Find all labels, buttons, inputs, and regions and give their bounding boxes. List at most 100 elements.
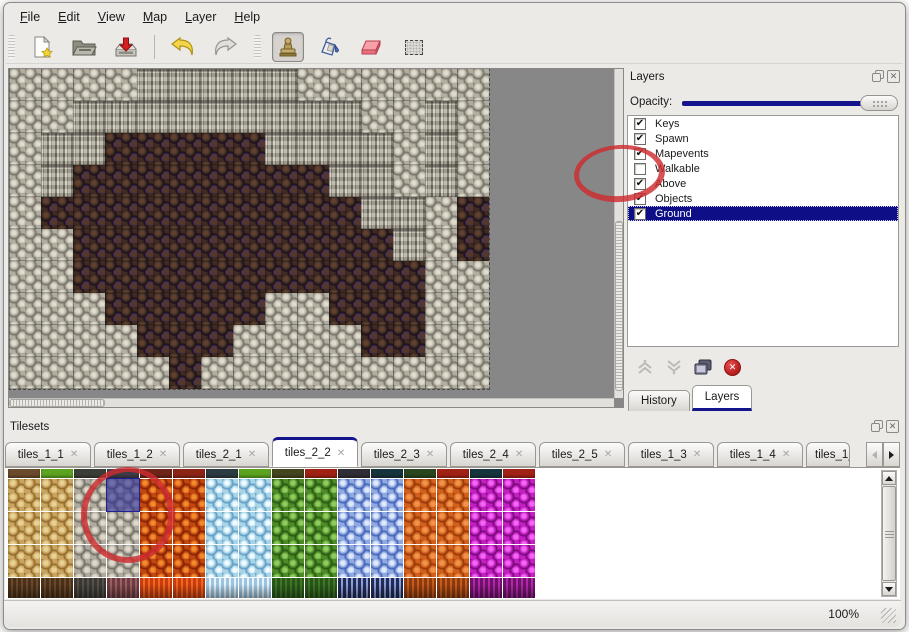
map-tile-cave-floor[interactable]: [265, 165, 297, 197]
map-tile-rock-top[interactable]: [9, 133, 41, 165]
tileset-tile[interactable]: [206, 512, 238, 544]
map-tile-rock-top[interactable]: [73, 293, 105, 325]
tileset-tab-tiles_1_2[interactable]: tiles_1_2✕: [94, 442, 180, 467]
opacity-slider-handle[interactable]: [860, 95, 898, 111]
rect-select-tool-button[interactable]: [398, 32, 430, 62]
map-tile-cave-floor[interactable]: [329, 261, 361, 293]
map-tile-rock-top[interactable]: [9, 69, 41, 101]
map-tile-rock-top[interactable]: [329, 357, 361, 389]
menu-edit[interactable]: Edit: [50, 7, 88, 27]
map-tile-rock-top[interactable]: [393, 133, 425, 165]
map-tile-cave-floor[interactable]: [169, 357, 201, 389]
map-tile-rock-top[interactable]: [9, 197, 41, 229]
scrollbar-thumb[interactable]: [615, 221, 623, 391]
tileset-tile[interactable]: [437, 512, 469, 544]
tileset-tile[interactable]: [338, 545, 370, 577]
map-tile-rock-top[interactable]: [265, 325, 297, 357]
tileset-vertical-scrollbar[interactable]: [881, 470, 897, 597]
tileset-tile[interactable]: [338, 578, 370, 598]
tileset-tile[interactable]: [41, 469, 73, 478]
map-tile-rock-top[interactable]: [201, 357, 233, 389]
map-tile-rock-top[interactable]: [329, 69, 361, 101]
map-tile-rock-top[interactable]: [361, 101, 393, 133]
map-tile-rock-top[interactable]: [265, 293, 297, 325]
tileset-tile[interactable]: [272, 469, 304, 478]
layer-visibility-checkbox[interactable]: ✔: [634, 208, 646, 220]
map-tile-rock-top[interactable]: [457, 165, 489, 197]
map-tile-rock-top[interactable]: [9, 293, 41, 325]
map-tile-cave-floor[interactable]: [105, 165, 137, 197]
tileset-tile[interactable]: [74, 479, 106, 511]
tileset-tile[interactable]: [503, 545, 535, 577]
tileset-tile[interactable]: [173, 578, 205, 598]
map-tile-cave-floor[interactable]: [201, 261, 233, 293]
map-tile-cave-floor[interactable]: [169, 325, 201, 357]
map-tile-rock-top[interactable]: [105, 69, 137, 101]
map-tile-rock-top[interactable]: [9, 325, 41, 357]
map-tile-cliff-face[interactable]: [73, 133, 105, 165]
tileset-tile[interactable]: [173, 469, 205, 478]
map-tile-rock-top[interactable]: [9, 165, 41, 197]
toolbar-grip-icon[interactable]: [254, 35, 261, 59]
map-tile-cliff-face[interactable]: [265, 101, 297, 133]
map-tile-cave-floor[interactable]: [201, 229, 233, 261]
map-tile-cave-floor[interactable]: [361, 325, 393, 357]
tileset-tile[interactable]: [437, 479, 469, 511]
map-tile-rock-top[interactable]: [41, 357, 73, 389]
tileset-tile[interactable]: [371, 469, 403, 478]
tileset-tile[interactable]: [239, 469, 271, 478]
tileset-tab-tiles_2_5[interactable]: tiles_2_5✕: [539, 442, 625, 467]
map-tile-cave-floor[interactable]: [297, 197, 329, 229]
tileset-tile[interactable]: [74, 545, 106, 577]
tileset-tile[interactable]: [140, 512, 172, 544]
tileset-tile[interactable]: [305, 469, 337, 478]
map-tile-cave-floor[interactable]: [329, 229, 361, 261]
map-tile-rock-top[interactable]: [73, 69, 105, 101]
tab-close-icon[interactable]: ✕: [337, 448, 345, 459]
layer-row-objects[interactable]: ✔Objects: [628, 191, 898, 206]
tileset-tile[interactable]: [206, 469, 238, 478]
map-tile-cliff-face[interactable]: [393, 229, 425, 261]
tileset-tile[interactable]: [470, 479, 502, 511]
map-tile-rock-top[interactable]: [41, 101, 73, 133]
layer-visibility-checkbox[interactable]: ✔: [634, 133, 646, 145]
eraser-tool-button[interactable]: [356, 32, 388, 62]
layer-visibility-checkbox[interactable]: ✔: [634, 118, 646, 130]
new-file-button[interactable]: [26, 32, 58, 62]
opacity-slider[interactable]: [682, 94, 898, 112]
map-tile-rock-top[interactable]: [361, 357, 393, 389]
map-tile-cave-floor[interactable]: [361, 293, 393, 325]
map-tile-cave-floor[interactable]: [169, 197, 201, 229]
tileset-tile[interactable]: [173, 479, 205, 511]
map-tile-rock-top[interactable]: [9, 261, 41, 293]
tileset-tile[interactable]: [107, 469, 139, 478]
map-tile-cave-floor[interactable]: [361, 261, 393, 293]
tileset-tile[interactable]: [206, 479, 238, 511]
map-tile-rock-top[interactable]: [393, 165, 425, 197]
map-tile-cliff-face[interactable]: [361, 165, 393, 197]
map-tile-cave-floor[interactable]: [105, 261, 137, 293]
tileset-tile[interactable]: [107, 512, 139, 544]
layer-row-above[interactable]: ✔Above: [628, 176, 898, 191]
map-tile-cave-floor[interactable]: [265, 261, 297, 293]
map-tile-cliff-face[interactable]: [361, 197, 393, 229]
tileset-tile[interactable]: [107, 545, 139, 577]
map-tile-cave-floor[interactable]: [73, 261, 105, 293]
tileset-tile[interactable]: [305, 578, 337, 598]
scroll-up-button[interactable]: [882, 471, 896, 485]
layer-visibility-checkbox[interactable]: ✔: [634, 148, 646, 160]
tab-history[interactable]: History: [628, 390, 690, 411]
map-tile-rock-top[interactable]: [361, 69, 393, 101]
tileset-tile[interactable]: [338, 479, 370, 511]
tileset-tile[interactable]: [503, 479, 535, 511]
map-tile-cave-floor[interactable]: [233, 133, 265, 165]
tileset-tile[interactable]: [140, 479, 172, 511]
map-tile-cave-floor[interactable]: [233, 293, 265, 325]
map-tile-cave-floor[interactable]: [169, 133, 201, 165]
tileset-tab-tiles_2_4[interactable]: tiles_2_4✕: [450, 442, 536, 467]
tileset-tile[interactable]: [272, 512, 304, 544]
map-tile-cave-floor[interactable]: [457, 197, 489, 229]
map-tile-rock-top[interactable]: [41, 325, 73, 357]
map-tile-cave-floor[interactable]: [169, 293, 201, 325]
layer-visibility-checkbox[interactable]: ✔: [634, 178, 646, 190]
